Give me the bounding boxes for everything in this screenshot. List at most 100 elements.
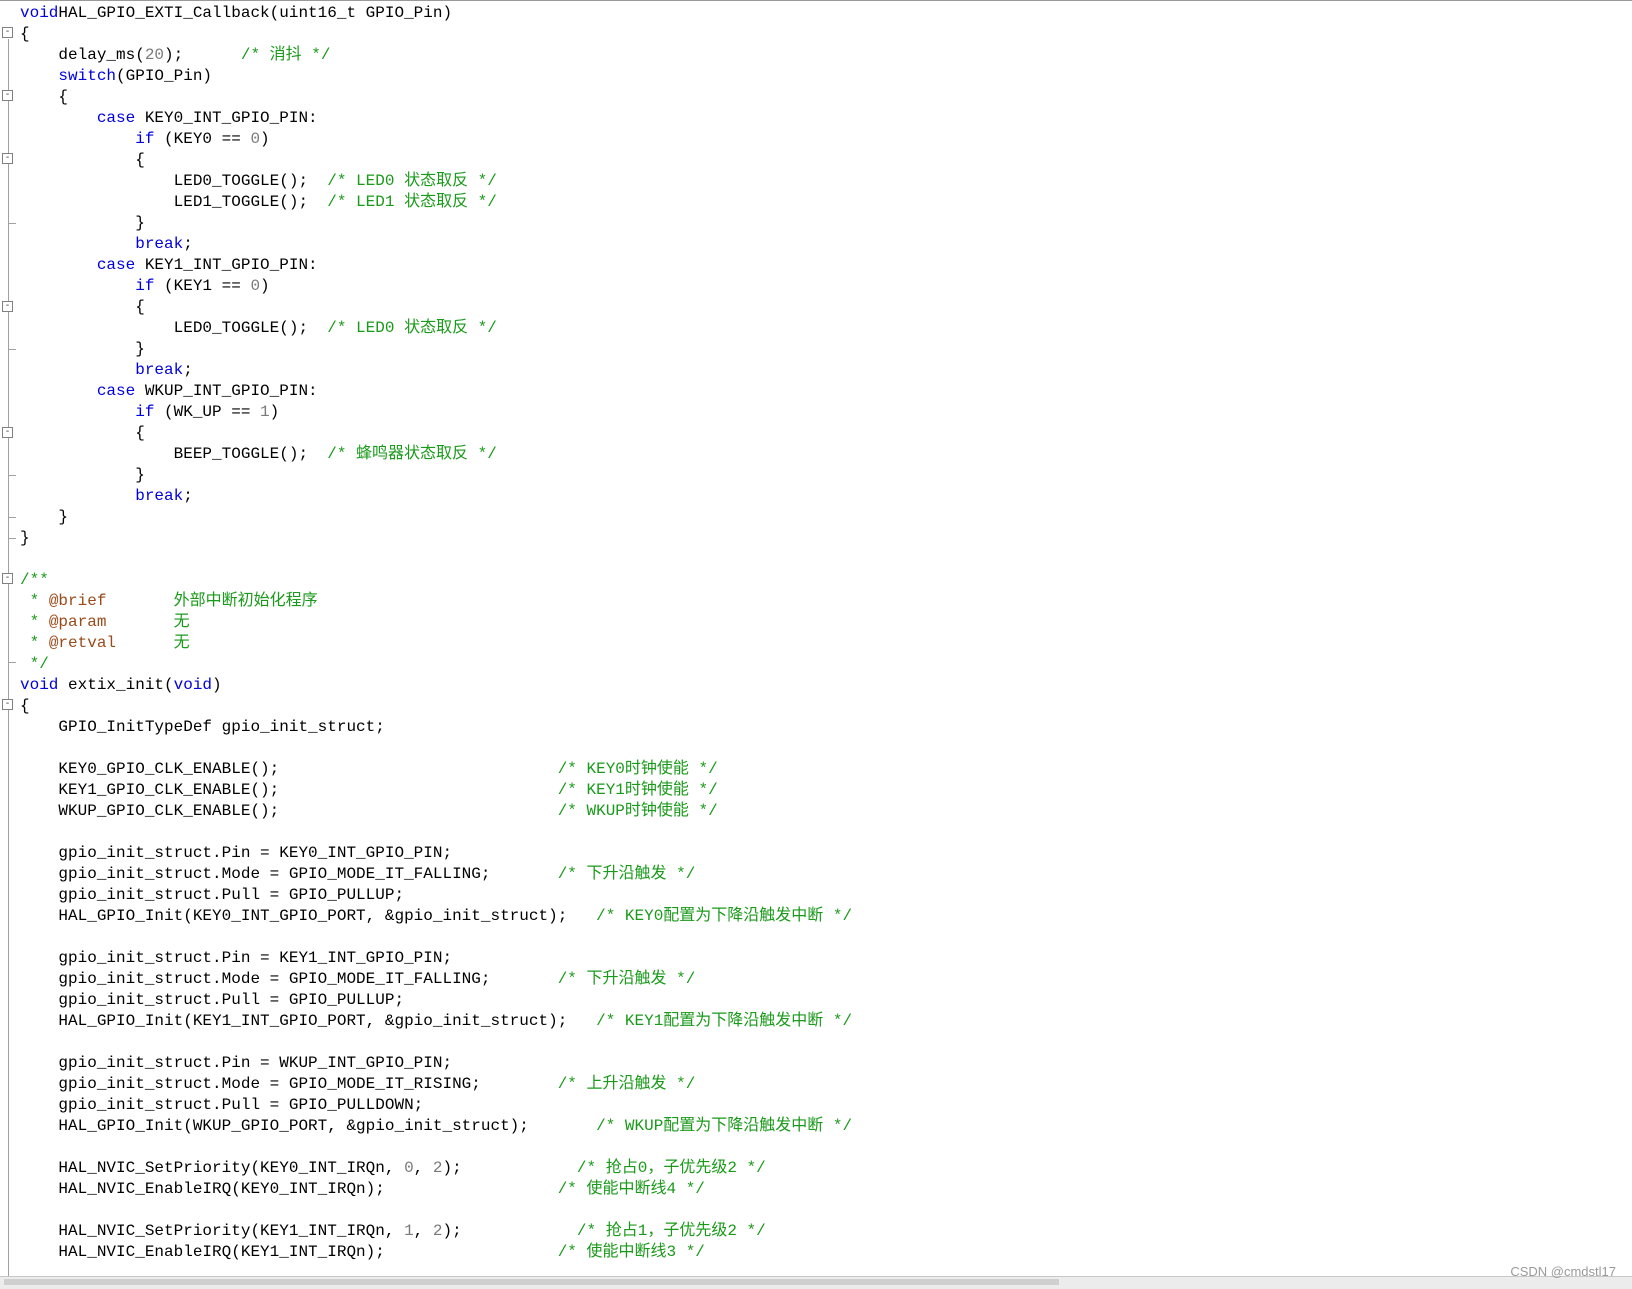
code-token: { bbox=[20, 88, 69, 106]
code-line[interactable]: } bbox=[20, 465, 1632, 486]
code-line[interactable]: break; bbox=[20, 486, 1632, 507]
code-line[interactable] bbox=[20, 927, 1632, 948]
code-token: { bbox=[20, 25, 30, 43]
code-line[interactable]: if (KEY0 == 0) bbox=[20, 129, 1632, 150]
fold-toggle-icon[interactable]: - bbox=[2, 699, 13, 710]
code-line[interactable]: HAL_NVIC_SetPriority(KEY0_INT_IRQn, 0, 2… bbox=[20, 1158, 1632, 1179]
code-line[interactable]: KEY0_GPIO_CLK_ENABLE(); /* KEY0时钟使能 */ bbox=[20, 759, 1632, 780]
code-line[interactable]: LED0_TOGGLE(); /* LED0 状态取反 */ bbox=[20, 318, 1632, 339]
code-token: HAL_GPIO_Init(KEY1_INT_GPIO_PORT, &gpio_… bbox=[20, 1012, 597, 1030]
code-line[interactable]: { bbox=[20, 297, 1632, 318]
code-line[interactable]: HAL_GPIO_Init(KEY1_INT_GPIO_PORT, &gpio_… bbox=[20, 1011, 1632, 1032]
code-token: LED0_TOGGLE(); bbox=[20, 319, 328, 337]
code-line[interactable]: break; bbox=[20, 234, 1632, 255]
code-token: } bbox=[20, 508, 69, 526]
code-line[interactable]: gpio_init_struct.Pull = GPIO_PULLDOWN; bbox=[20, 1095, 1632, 1116]
code-line[interactable] bbox=[20, 549, 1632, 570]
code-line[interactable]: gpio_init_struct.Pull = GPIO_PULLUP; bbox=[20, 990, 1632, 1011]
code-token: ; bbox=[183, 487, 193, 505]
code-line[interactable] bbox=[20, 1137, 1632, 1158]
code-line[interactable]: } bbox=[20, 528, 1632, 549]
fold-toggle-icon[interactable]: - bbox=[2, 153, 13, 164]
code-token: KEY0_GPIO_CLK_ENABLE(); bbox=[20, 760, 558, 778]
code-line[interactable]: if (KEY1 == 0) bbox=[20, 276, 1632, 297]
code-line[interactable]: gpio_init_struct.Mode = GPIO_MODE_IT_RIS… bbox=[20, 1074, 1632, 1095]
code-line[interactable]: WKUP_GPIO_CLK_ENABLE(); /* WKUP时钟使能 */ bbox=[20, 801, 1632, 822]
code-line[interactable]: HAL_NVIC_EnableIRQ(KEY1_INT_IRQn); /* 使能… bbox=[20, 1242, 1632, 1263]
code-line[interactable]: KEY1_GPIO_CLK_ENABLE(); /* KEY1时钟使能 */ bbox=[20, 780, 1632, 801]
code-line[interactable]: { bbox=[20, 87, 1632, 108]
code-line[interactable]: gpio_init_struct.Mode = GPIO_MODE_IT_FAL… bbox=[20, 864, 1632, 885]
code-token: (WK_UP == bbox=[154, 403, 261, 421]
code-token: gpio_init_struct.Pull = GPIO_PULLUP; bbox=[20, 886, 405, 904]
horizontal-scrollbar[interactable] bbox=[0, 1276, 1632, 1289]
comment-token: /* KEY1配置为下降沿触发中断 */ bbox=[596, 1012, 853, 1030]
code-line[interactable] bbox=[20, 822, 1632, 843]
code-token: LED0_TOGGLE(); bbox=[20, 172, 328, 190]
code-line[interactable]: LED0_TOGGLE(); /* LED0 状态取反 */ bbox=[20, 171, 1632, 192]
code-line[interactable]: break; bbox=[20, 360, 1632, 381]
code-line[interactable]: voidHAL_GPIO_EXTI_Callback(uint16_t GPIO… bbox=[20, 3, 1632, 24]
scrollbar-thumb[interactable] bbox=[4, 1279, 1059, 1285]
code-text-area[interactable]: voidHAL_GPIO_EXTI_Callback(uint16_t GPIO… bbox=[20, 3, 1632, 1263]
code-line[interactable]: case WKUP_INT_GPIO_PIN: bbox=[20, 381, 1632, 402]
keyword-token: case bbox=[96, 256, 136, 274]
number-token: 1 bbox=[404, 1222, 414, 1240]
code-line[interactable]: GPIO_InitTypeDef gpio_init_struct; bbox=[20, 717, 1632, 738]
comment-token: /* 消抖 */ bbox=[192, 46, 331, 64]
fold-toggle-icon[interactable]: - bbox=[2, 427, 13, 438]
comment-token: /* KEY0时钟使能 */ bbox=[557, 760, 718, 778]
code-token: } bbox=[20, 340, 145, 358]
code-line[interactable]: { bbox=[20, 423, 1632, 444]
code-line[interactable]: case KEY0_INT_GPIO_PIN: bbox=[20, 108, 1632, 129]
code-line[interactable]: gpio_init_struct.Mode = GPIO_MODE_IT_FAL… bbox=[20, 969, 1632, 990]
code-line[interactable]: * @retval 无 bbox=[20, 633, 1632, 654]
code-line[interactable] bbox=[20, 1032, 1632, 1053]
comment-token: /* 上升沿触发 */ bbox=[557, 1075, 696, 1093]
comment-token: 外部中断初始化程序 bbox=[106, 592, 318, 610]
number-token: 0 bbox=[250, 277, 261, 295]
code-token: HAL_NVIC_SetPriority(KEY0_INT_IRQn, bbox=[20, 1159, 405, 1177]
code-line[interactable]: if (WK_UP == 1) bbox=[20, 402, 1632, 423]
code-line[interactable]: { bbox=[20, 150, 1632, 171]
code-line[interactable]: gpio_init_struct.Pin = KEY0_INT_GPIO_PIN… bbox=[20, 843, 1632, 864]
code-line[interactable]: gpio_init_struct.Pull = GPIO_PULLUP; bbox=[20, 885, 1632, 906]
comment-token: 无 bbox=[116, 634, 190, 652]
code-line[interactable]: switch(GPIO_Pin) bbox=[20, 66, 1632, 87]
comment-token: * bbox=[20, 613, 49, 631]
code-line[interactable]: HAL_GPIO_Init(KEY0_INT_GPIO_PORT, &gpio_… bbox=[20, 906, 1632, 927]
code-line[interactable]: HAL_GPIO_Init(WKUP_GPIO_PORT, &gpio_init… bbox=[20, 1116, 1632, 1137]
code-line[interactable]: BEEP_TOGGLE(); /* 蜂鸣器状态取反 */ bbox=[20, 444, 1632, 465]
code-line[interactable] bbox=[20, 1200, 1632, 1221]
code-line[interactable]: LED1_TOGGLE(); /* LED1 状态取反 */ bbox=[20, 192, 1632, 213]
code-line[interactable]: /** bbox=[20, 570, 1632, 591]
code-line[interactable]: { bbox=[20, 696, 1632, 717]
code-line[interactable]: delay_ms(20); /* 消抖 */ bbox=[20, 45, 1632, 66]
code-line[interactable]: } bbox=[20, 507, 1632, 528]
code-token: gpio_init_struct.Mode = GPIO_MODE_IT_RIS… bbox=[20, 1075, 558, 1093]
code-token: (GPIO_Pin) bbox=[116, 67, 213, 85]
code-line[interactable]: * @brief 外部中断初始化程序 bbox=[20, 591, 1632, 612]
code-line[interactable]: { bbox=[20, 24, 1632, 45]
code-line[interactable]: HAL_NVIC_SetPriority(KEY1_INT_IRQn, 1, 2… bbox=[20, 1221, 1632, 1242]
code-line[interactable] bbox=[20, 738, 1632, 759]
code-line[interactable]: * @param 无 bbox=[20, 612, 1632, 633]
fold-toggle-icon[interactable]: - bbox=[2, 573, 13, 584]
code-token: KEY1_INT_GPIO_PIN: bbox=[135, 256, 318, 274]
code-line[interactable]: */ bbox=[20, 654, 1632, 675]
code-line[interactable]: } bbox=[20, 213, 1632, 234]
code-editor[interactable]: - - - - - - - voidHAL_GPIO_EXTI_Callback… bbox=[0, 0, 1632, 1277]
fold-end-tick bbox=[8, 475, 16, 476]
fold-toggle-icon[interactable]: - bbox=[2, 90, 13, 101]
code-token: { bbox=[20, 424, 145, 442]
code-line[interactable]: } bbox=[20, 339, 1632, 360]
fold-toggle-icon[interactable]: - bbox=[2, 301, 13, 312]
number-token: 0 bbox=[404, 1159, 414, 1177]
code-token: { bbox=[20, 151, 145, 169]
code-line[interactable]: gpio_init_struct.Pin = KEY1_INT_GPIO_PIN… bbox=[20, 948, 1632, 969]
code-line[interactable]: case KEY1_INT_GPIO_PIN: bbox=[20, 255, 1632, 276]
code-line[interactable]: void extix_init(void) bbox=[20, 675, 1632, 696]
fold-toggle-icon[interactable]: - bbox=[2, 27, 13, 38]
code-line[interactable]: gpio_init_struct.Pin = WKUP_INT_GPIO_PIN… bbox=[20, 1053, 1632, 1074]
code-line[interactable]: HAL_NVIC_EnableIRQ(KEY0_INT_IRQn); /* 使能… bbox=[20, 1179, 1632, 1200]
